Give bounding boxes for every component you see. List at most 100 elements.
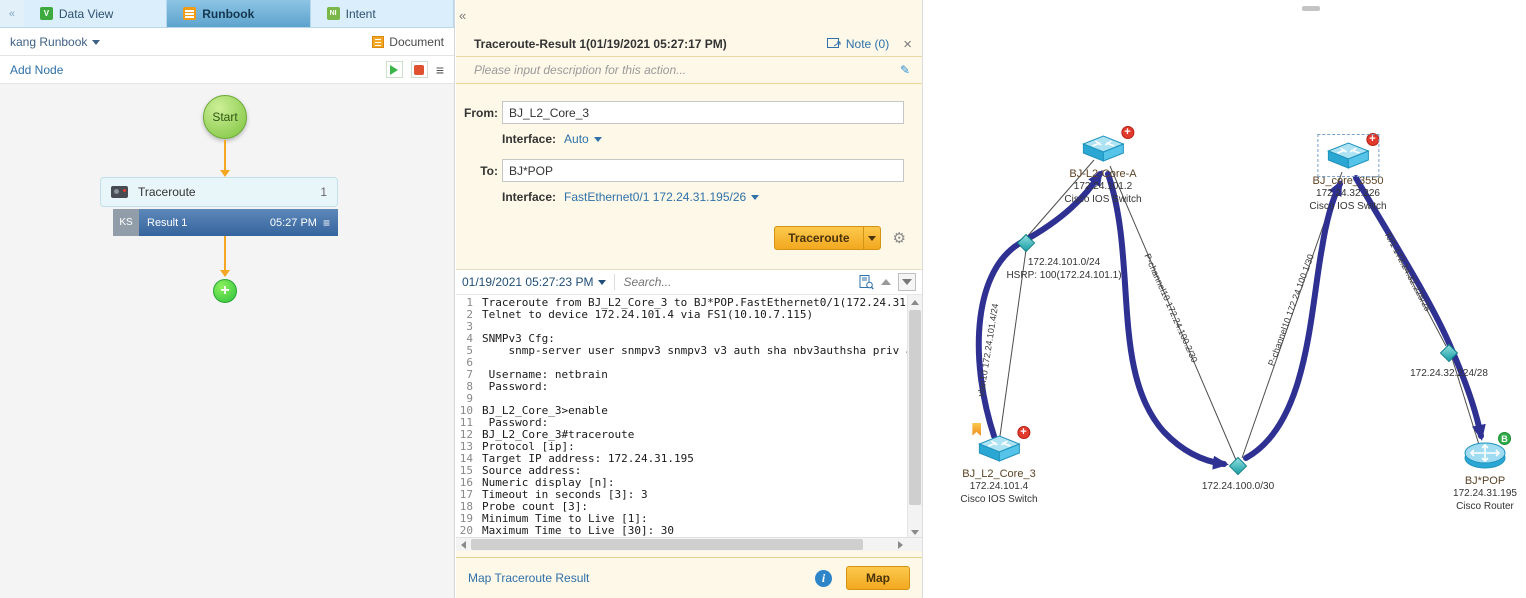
device-node[interactable]: +BJ_core_3550172.24.32.226Cisco IOS Swit… [1309, 141, 1386, 213]
device-icon-wrap[interactable]: + [1325, 141, 1371, 173]
network-sublabel: HSRP: 100(172.24.101.1) [1006, 269, 1121, 282]
device-type: Cisco IOS Switch [1064, 193, 1141, 206]
document-button[interactable]: Document [372, 35, 444, 49]
tabbar-collapse-icon[interactable]: « [0, 0, 24, 27]
plus-badge[interactable]: + [1366, 133, 1379, 146]
panel-title: Traceroute-Result 1(01/19/2021 05:27:17 … [474, 37, 727, 51]
info-icon[interactable]: i [815, 570, 832, 587]
console-text: 1Traceroute from BJ_L2_Core_3 to BJ*POP.… [456, 295, 907, 537]
traceroute-node-title: Traceroute [138, 185, 196, 199]
flow-arrow-icon [220, 170, 230, 177]
device-icon-wrap[interactable]: B [1463, 441, 1507, 473]
description-row[interactable]: Please input description for this action… [456, 57, 922, 84]
device-icon-wrap[interactable]: + [1080, 134, 1126, 166]
console-line: 8 Password: [456, 381, 907, 393]
device-type: Cisco Router [1453, 500, 1517, 513]
traceroute-path [979, 174, 1481, 464]
traceroute-node[interactable]: Traceroute 1 [100, 177, 338, 207]
device-name: BJ-L2-Core-A [1064, 168, 1141, 180]
traceroute-run-button[interactable]: Traceroute [775, 227, 862, 249]
panel-collapse-icon[interactable]: « [459, 8, 466, 23]
from-label: From: [462, 106, 498, 120]
from-input[interactable] [502, 101, 904, 124]
device-icon-wrap[interactable]: + [976, 434, 1022, 466]
chevron-down-icon [92, 40, 100, 45]
start-label: Start [212, 110, 237, 124]
to-label: To: [462, 164, 498, 178]
vertical-scroll-thumb[interactable] [909, 310, 921, 505]
device-node[interactable]: + BJ-L2-Core-A172.24.101.2Cisco IOS Switc… [1064, 134, 1141, 206]
next-match-button[interactable] [898, 273, 916, 291]
flow-arrow-icon [220, 270, 230, 277]
device-node[interactable]: +BJ_L2_Core_3172.24.101.4Cisco IOS Switc… [960, 434, 1037, 506]
flow-connector [224, 236, 226, 270]
tab-runbook[interactable]: Runbook [167, 0, 310, 27]
topology-map[interactable]: +BJ-L2-Core-A172.24.101.2Cisco IOS Switc… [924, 0, 1526, 598]
settings-gear-icon[interactable]: ⚙ [893, 229, 906, 247]
tab-intent-label: Intent [346, 7, 376, 21]
device-node[interactable]: B BJ*POP172.24.31.195Cisco Router [1453, 441, 1517, 513]
plus-badge[interactable]: + [1017, 426, 1030, 439]
chevron-down-icon [594, 137, 602, 142]
scroll-up-arrow[interactable] [908, 295, 922, 309]
close-icon[interactable]: × [903, 36, 912, 53]
horizontal-scrollbar[interactable] [456, 537, 922, 551]
tab-data-view[interactable]: V Data View [24, 0, 167, 27]
search-input[interactable] [623, 275, 859, 289]
netbrain-app: « V Data View Runbook NI Intent kang Run… [0, 0, 1526, 598]
result-menu-icon[interactable]: ≡ [323, 216, 330, 230]
to-interface-row: Interface: FastEthernet0/1 172.24.31.195… [502, 190, 922, 204]
run-all-button[interactable] [386, 61, 403, 78]
path-core3550-to-pop [1356, 178, 1481, 436]
description-placeholder: Please input description for this action… [474, 63, 686, 77]
switch-icon [976, 434, 1022, 463]
start-node[interactable]: Start [203, 95, 247, 139]
to-interface-select[interactable]: FastEthernet0/1 172.24.31.195/26 [564, 190, 759, 204]
tab-intent[interactable]: NI Intent [311, 0, 454, 27]
line-text: Password: [482, 381, 548, 393]
device-ip: 172.24.31.195 [1453, 487, 1517, 500]
result-row[interactable]: KS Result 1 05:27 PM ≡ [113, 209, 338, 236]
console-output[interactable]: 1Traceroute from BJ_L2_Core_3 to BJ*POP.… [456, 295, 922, 551]
console-line: 20Maximum Time to Live [30]: 30 [456, 525, 907, 537]
map-collapse-handle[interactable] [1302, 6, 1320, 11]
topology-edges [924, 0, 1526, 598]
runbook-name-select[interactable]: kang Runbook [10, 35, 100, 49]
play-icon [390, 65, 398, 75]
device-ip: 172.24.101.2 [1064, 180, 1141, 193]
tab-data-view-label: Data View [59, 7, 113, 21]
to-input[interactable] [502, 159, 904, 182]
line-text: Maximum Time to Live [30]: 30 [482, 525, 674, 537]
scroll-right-arrow[interactable] [893, 538, 907, 551]
result-title: Result 1 [147, 217, 187, 229]
runbook-icon [183, 7, 196, 20]
panel-footer: Map Traceroute Result i Map [456, 557, 922, 598]
edit-pencil-icon[interactable]: ✎ [900, 63, 910, 77]
horizontal-scroll-thumb[interactable] [471, 539, 863, 550]
map-traceroute-result-link[interactable]: Map Traceroute Result [468, 571, 589, 585]
to-interface-value: FastEthernet0/1 172.24.31.195/26 [564, 190, 746, 204]
add-node-button[interactable]: Add Node [10, 63, 63, 77]
line-text: Telnet to device 172.24.101.4 via FS1(10… [482, 309, 813, 321]
export-result-icon[interactable] [859, 275, 874, 290]
from-interface-select[interactable]: Auto [564, 132, 602, 146]
device-name: BJ_L2_Core_3 [960, 468, 1037, 480]
console-line: 5 snmp-server user snmpv3 snmpv3 v3 auth… [456, 345, 907, 357]
document-label: Document [389, 35, 444, 49]
map-button[interactable]: Map [846, 566, 910, 590]
runbook-canvas[interactable]: Start Traceroute 1 KS Result 1 05:27 PM … [0, 84, 454, 598]
path-net100-to-core3550 [1246, 184, 1340, 458]
device-name: BJ*POP [1453, 475, 1517, 487]
runbook-menu-button[interactable]: ≡ [436, 62, 444, 78]
prev-match-icon[interactable] [881, 279, 891, 285]
scroll-left-arrow[interactable] [456, 538, 470, 551]
traceroute-dropdown-button[interactable] [863, 227, 880, 249]
device-type: Cisco IOS Switch [1309, 200, 1386, 213]
stop-button[interactable] [411, 61, 428, 78]
result-timestamp-select[interactable]: 01/19/2021 05:27:23 PM [462, 275, 606, 289]
note-button[interactable]: Note (0) [827, 37, 889, 51]
add-step-button[interactable]: + [213, 279, 237, 303]
status-badge[interactable]: B [1498, 432, 1511, 445]
plus-badge[interactable]: + [1121, 126, 1134, 139]
vertical-scrollbar[interactable] [907, 295, 922, 539]
